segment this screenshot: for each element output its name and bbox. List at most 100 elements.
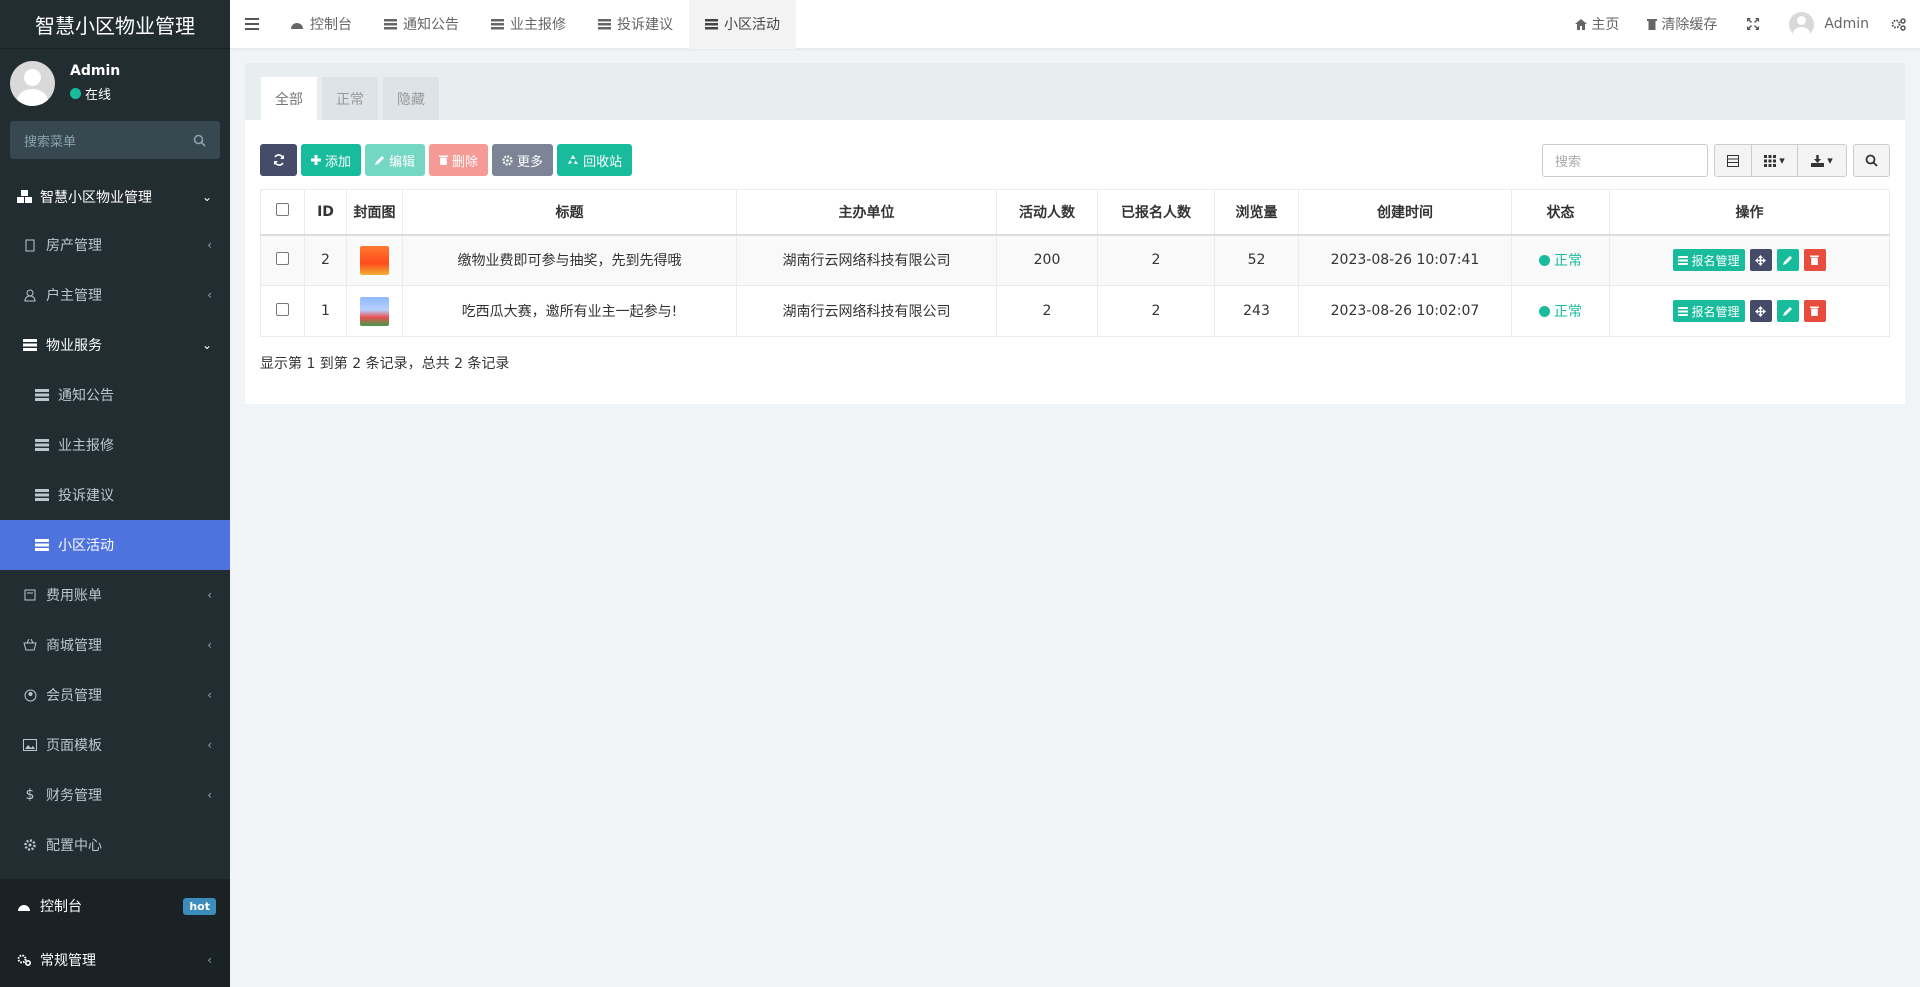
sidebar-item-complaint[interactable]: 投诉建议: [0, 470, 230, 520]
status-label: 正常: [1554, 304, 1582, 320]
toolbar: 添加 编辑 删除 更多 回收站: [260, 144, 636, 176]
sidebar-item-activity[interactable]: 小区活动: [0, 520, 230, 570]
registered-cell: 2: [1097, 285, 1215, 337]
table-tools: 搜索 ▾ ▾: [1542, 144, 1890, 177]
gear-icon: [22, 838, 38, 852]
card-view-button[interactable]: [1715, 145, 1752, 176]
registration-manage-button[interactable]: 报名管理: [1673, 300, 1745, 322]
actions-cell: 报名管理: [1609, 234, 1890, 286]
sidebar-item-label: 业主报修: [58, 438, 114, 454]
tab-repair[interactable]: 业主报修: [475, 0, 582, 49]
registration-manage-button[interactable]: 报名管理: [1673, 249, 1745, 272]
tab-notice[interactable]: 通知公告: [368, 0, 475, 49]
user-menu[interactable]: Admin: [1775, 11, 1883, 37]
created-cell: 2023-08-26 10:02:07: [1298, 285, 1512, 337]
sidebar-item-finance[interactable]: $ 财务管理 ‹: [0, 770, 230, 820]
sidebar-item-label: 费用账单: [46, 588, 102, 604]
sidebar-item-member[interactable]: 会员管理 ‹: [0, 670, 230, 720]
sidebar-item-dashboard[interactable]: 控制台 hot: [0, 879, 230, 933]
fullscreen-button[interactable]: [1731, 18, 1775, 30]
column-header[interactable]: 活动人数: [996, 189, 1098, 236]
cover-image[interactable]: [360, 296, 389, 326]
column-header[interactable]: 创建时间: [1298, 189, 1512, 236]
edit-row-button[interactable]: [1776, 249, 1799, 272]
column-header[interactable]: 已报名人数: [1097, 189, 1215, 236]
menu-search-input[interactable]: 搜索菜单: [10, 121, 220, 159]
row-select-cell: [260, 234, 305, 286]
edit-row-button[interactable]: [1776, 300, 1799, 322]
column-header[interactable]: 主办单位: [736, 189, 997, 236]
add-label: 添加: [325, 154, 352, 170]
tab-complaint[interactable]: 投诉建议: [582, 0, 689, 49]
refresh-button[interactable]: [260, 144, 297, 176]
column-header[interactable]: 封面图: [346, 189, 403, 236]
cover-cell: [346, 234, 403, 286]
sidebar-item-mall[interactable]: 商城管理 ‹: [0, 620, 230, 670]
sidebar-item-house[interactable]: 房产管理 ‹: [0, 220, 230, 270]
trash-icon: [439, 155, 449, 165]
actions-cell: 报名管理: [1609, 285, 1890, 337]
more-button[interactable]: 更多: [492, 144, 554, 176]
settings-button[interactable]: [1883, 17, 1920, 31]
list-icon: [34, 538, 50, 552]
export-dropdown[interactable]: ▾: [1798, 145, 1846, 176]
edit-button[interactable]: 编辑: [365, 144, 426, 176]
column-header[interactable]: ID: [304, 189, 347, 236]
home-link[interactable]: 主页: [1561, 14, 1633, 34]
download-icon: [1811, 154, 1825, 167]
search-placeholder: 搜索: [1555, 155, 1582, 170]
sidebar-item-owner[interactable]: 户主管理 ‹: [0, 270, 230, 320]
user-name: Admin: [70, 63, 121, 79]
status-dot-icon: [1539, 254, 1550, 266]
clear-cache-button[interactable]: 清除缓存: [1633, 14, 1731, 34]
org-cell: 湖南行云网络科技有限公司: [736, 285, 997, 337]
id-cell: 2: [304, 234, 347, 286]
trash-icon: [1810, 306, 1819, 316]
sidebar-item-template[interactable]: 页面模板 ‹: [0, 720, 230, 770]
menu-search-placeholder: 搜索菜单: [24, 134, 77, 150]
view-button-group: ▾ ▾: [1714, 144, 1847, 177]
column-header[interactable]: 状态: [1511, 189, 1610, 236]
tab-activity[interactable]: 小区活动: [689, 0, 796, 49]
home-label: 主页: [1591, 17, 1620, 33]
search-input[interactable]: 搜索: [1542, 144, 1708, 177]
drag-sort-button[interactable]: [1749, 300, 1772, 322]
dollar-icon: $: [25, 787, 35, 803]
recycle-bin-button[interactable]: 回收站: [557, 144, 633, 176]
sidebar-root[interactable]: 智慧小区物业管理 ⌄: [0, 173, 230, 220]
delete-row-button[interactable]: [1803, 300, 1826, 322]
sidebar-toggle-button[interactable]: [230, 0, 274, 49]
cover-image[interactable]: [360, 245, 389, 275]
sidebar-item-bill[interactable]: 费用账单 ‹: [0, 570, 230, 620]
basket-icon: [22, 638, 38, 652]
grid-icon: [1764, 154, 1777, 167]
add-button[interactable]: 添加: [301, 144, 362, 176]
delete-row-button[interactable]: [1803, 249, 1826, 272]
drag-sort-button[interactable]: [1749, 249, 1772, 272]
sidebar-item-general[interactable]: 常规管理 ‹: [0, 933, 230, 987]
delete-button[interactable]: 删除: [429, 144, 489, 176]
tab-all[interactable]: 全部: [261, 77, 317, 120]
app-logo[interactable]: 智慧小区物业管理: [0, 0, 230, 49]
select-all-checkbox[interactable]: [276, 203, 289, 217]
sidebar-item-property-service[interactable]: 物业服务 ⌄: [0, 320, 230, 370]
row-checkbox[interactable]: [276, 251, 289, 265]
tab-hidden[interactable]: 隐藏: [383, 77, 439, 120]
chevron-left-icon: ‹: [207, 638, 212, 652]
sidebar-item-config[interactable]: 配置中心: [0, 820, 230, 870]
tab-normal[interactable]: 正常: [322, 77, 378, 120]
tab-dashboard[interactable]: 控制台: [274, 0, 368, 49]
columns-dropdown[interactable]: ▾: [1752, 145, 1798, 176]
table-row: 1 吃西瓜大赛，邀所有业主一起参与! 湖南行云网络科技有限公司 2 2 243 …: [260, 285, 1890, 337]
list-icon: [34, 388, 50, 402]
sidebar-item-notice[interactable]: 通知公告: [0, 370, 230, 420]
column-header[interactable]: 标题: [402, 189, 737, 236]
list-icon: [1678, 306, 1689, 316]
pagination-summary: 显示第 1 到第 2 条记录，总共 2 条记录: [260, 356, 510, 372]
search-toggle-button[interactable]: [1853, 144, 1890, 177]
tab-label: 投诉建议: [617, 17, 673, 33]
sidebar-item-repair[interactable]: 业主报修: [0, 420, 230, 470]
trash-icon: [1647, 18, 1658, 30]
row-checkbox[interactable]: [276, 302, 289, 316]
column-header[interactable]: 浏览量: [1214, 189, 1299, 236]
